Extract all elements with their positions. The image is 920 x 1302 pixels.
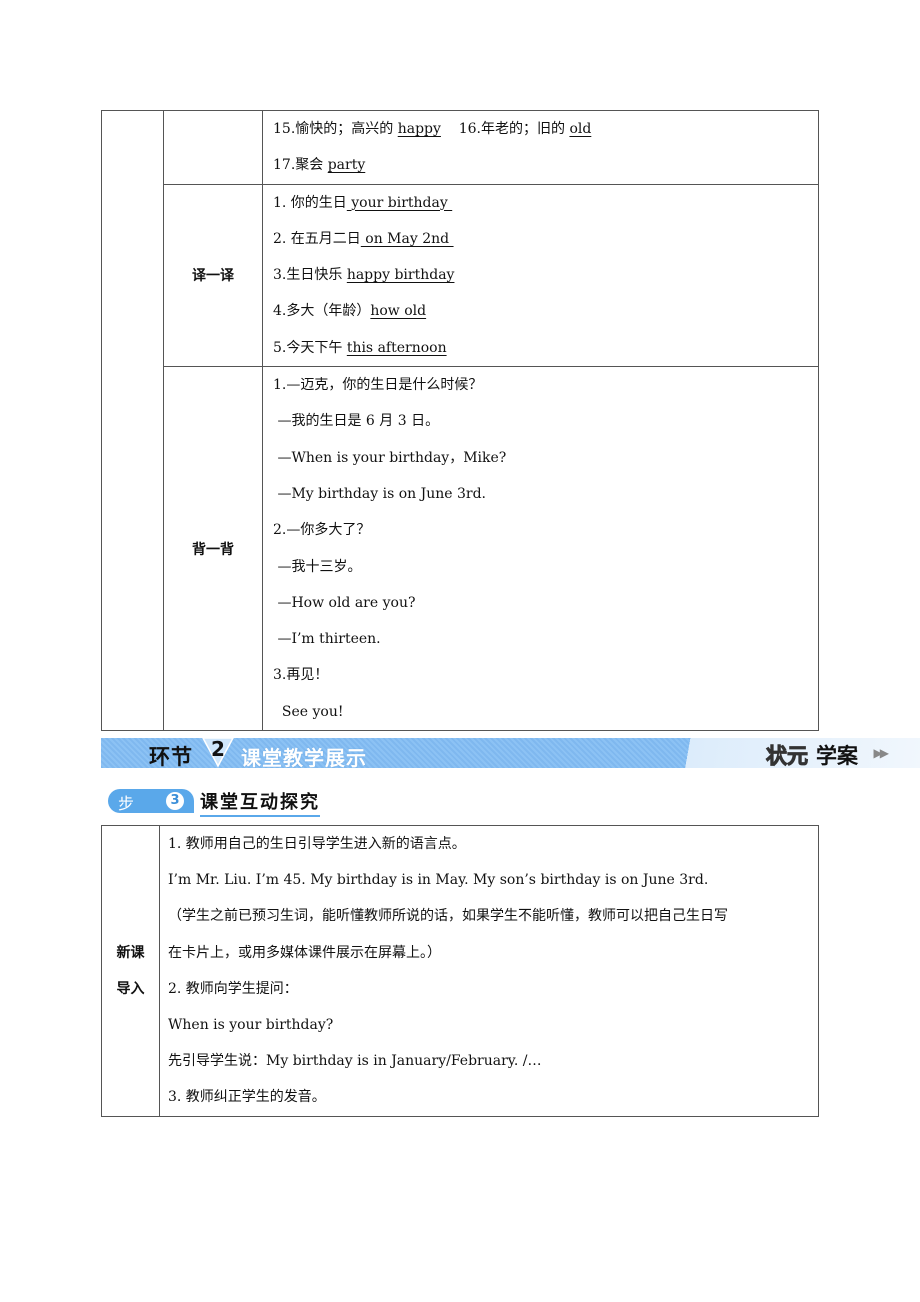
- intro-line: 2. 教师向学生提问：: [168, 980, 298, 997]
- content-line: —我的生日是 6 月 3 日。: [273, 403, 818, 439]
- content-line: —My birthday is on June 3rd.: [273, 476, 818, 512]
- intro-line: 在卡片上，或用多媒体课件展示在屏幕上。）: [168, 944, 441, 961]
- prompt-text: 1. 你的生日: [273, 194, 347, 211]
- content-line: 2. 在五月二日 on May 2nd: [273, 221, 818, 257]
- row-label: [163, 110, 263, 185]
- table-row: 15.愉快的；高兴的 happy 16.年老的；旧的 old 17.聚会 part…: [101, 109, 819, 732]
- section-banner: 环节 2 课堂教学展示 状元 学案 ▶▶: [101, 737, 920, 770]
- intro-line: When is your birthday?: [168, 1016, 334, 1033]
- content-line: —How old are you?: [273, 585, 818, 621]
- content-line: 17.聚会 party: [273, 147, 818, 183]
- intro-content: 1. 教师用自己的生日引导学生进入新的语言点。 I’m Mr. Liu. I’m…: [159, 825, 819, 1117]
- prompt-text: 2.—你多大了？: [273, 522, 371, 539]
- content-line: 2.—你多大了？: [273, 512, 818, 548]
- answer-text: old: [569, 121, 592, 137]
- prompt-text: —My birthday is on June 3rd.: [273, 485, 486, 502]
- step-number: 3: [166, 792, 184, 810]
- content-line: 3.生日快乐 happy birthday: [273, 257, 818, 293]
- answer-text: your birthday: [346, 194, 453, 211]
- answer-text: happy birthday: [346, 267, 455, 284]
- brand-solid-text: 学案: [816, 744, 858, 768]
- prompt-text: 3.生日快乐: [273, 267, 347, 284]
- intro-table: 新课 导入 1. 教师用自己的生日引导学生进入新的语言点。 I’m Mr. Li…: [101, 825, 819, 1117]
- answer-text: this afternoon: [346, 339, 447, 356]
- brand-area: 状元 学案 ▶▶: [670, 738, 920, 769]
- intro-line: 先引导学生说：My birthday is in January/Februar…: [168, 1053, 542, 1070]
- prompt-text: See you!: [273, 703, 344, 720]
- table-row: 译一译 1. 你的生日 your birthday 2. 在五月二日 on Ma…: [102, 183, 819, 368]
- prompt-text: 5.今天下午: [273, 339, 347, 356]
- content-line: 15.愉快的；高兴的 happy 16.年老的；旧的 old: [273, 111, 818, 147]
- vocab-table: 15.愉快的；高兴的 happy 16.年老的；旧的 old 17.聚会 part…: [101, 109, 819, 732]
- prompt-text: 15.愉快的；高兴的: [273, 121, 398, 137]
- prompt-text: 16.年老的；旧的: [440, 121, 570, 137]
- intro-line: 3. 教师纠正学生的发音。: [168, 1089, 326, 1106]
- prompt-text: —我的生日是 6 月 3 日。: [273, 413, 440, 430]
- prompt-text: —When is your birthday，Mike?: [273, 449, 507, 466]
- table-row: 背一背 1.—迈克，你的生日是什么时候？ —我的生日是 6 月 3 日。 —Wh…: [102, 366, 819, 732]
- section-number: 2: [211, 737, 225, 761]
- row-label-translate: 译一译: [163, 183, 263, 368]
- intro-line: I’m Mr. Liu. I’m 45. My birthday is in M…: [168, 872, 709, 889]
- prompt-text: —How old are you?: [273, 594, 416, 611]
- content-line: —I’m thirteen.: [273, 621, 818, 657]
- content-line: See you!: [273, 694, 818, 730]
- row-content: 1.—迈克，你的生日是什么时候？ —我的生日是 6 月 3 日。 —When i…: [262, 366, 819, 732]
- prompt-text: 17.聚会: [273, 157, 328, 174]
- row-content: 1. 你的生日 your birthday 2. 在五月二日 on May 2n…: [262, 183, 819, 368]
- prompt-text: 2. 在五月二日: [273, 230, 361, 247]
- double-arrow-icon: ▶▶: [873, 746, 890, 760]
- content-line: 1.—迈克，你的生日是什么时候？: [273, 367, 818, 403]
- content-line: —我十三岁。: [273, 549, 818, 585]
- content-line: 4.多大（年龄）how old: [273, 293, 818, 329]
- intro-line: （学生之前已预习生词，能听懂教师所说的话，如果学生不能听懂，教师可以把自己生日写: [168, 908, 728, 925]
- intro-label-line2: 导入: [116, 980, 145, 997]
- intro-label: 新课 导入: [101, 825, 160, 1117]
- brand-outline-text: 状元: [766, 744, 809, 769]
- row-label-recite: 背一背: [163, 366, 263, 732]
- prompt-text: 3.再见！: [273, 667, 329, 684]
- step-title: 课堂互动探究: [200, 788, 320, 817]
- prompt-text: 4.多大（年龄）: [273, 303, 371, 320]
- answer-text: happy: [397, 121, 441, 137]
- row-content: 15.愉快的；高兴的 happy 16.年老的；旧的 old 17.聚会 part…: [262, 110, 819, 185]
- answer-text: on May 2nd: [360, 230, 454, 247]
- prompt-text: —我十三岁。: [273, 558, 362, 575]
- outer-left-cell: [101, 109, 164, 732]
- content-line: 5.今天下午 this afternoon: [273, 330, 818, 366]
- intro-line: 1. 教师用自己的生日引导学生进入新的语言点。: [168, 836, 466, 852]
- content-line: 1. 你的生日 your birthday: [273, 185, 818, 221]
- section-number-badge: 2: [201, 737, 235, 768]
- prompt-text: 1.—迈克，你的生日是什么时候？: [273, 377, 483, 394]
- content-line: —When is your birthday，Mike?: [273, 440, 818, 476]
- banner-prefix: 环节: [149, 744, 193, 769]
- banner-title: 课堂教学展示: [241, 746, 367, 770]
- prompt-text: —I’m thirteen.: [273, 631, 381, 648]
- answer-text: how old: [370, 303, 427, 320]
- answer-text: party: [327, 157, 366, 174]
- table-row: 新课 导入 1. 教师用自己的生日引导学生进入新的语言点。 I’m Mr. Li…: [101, 825, 819, 1117]
- content-line: 3.再见！: [273, 657, 818, 693]
- intro-label-line1: 新课: [116, 944, 145, 961]
